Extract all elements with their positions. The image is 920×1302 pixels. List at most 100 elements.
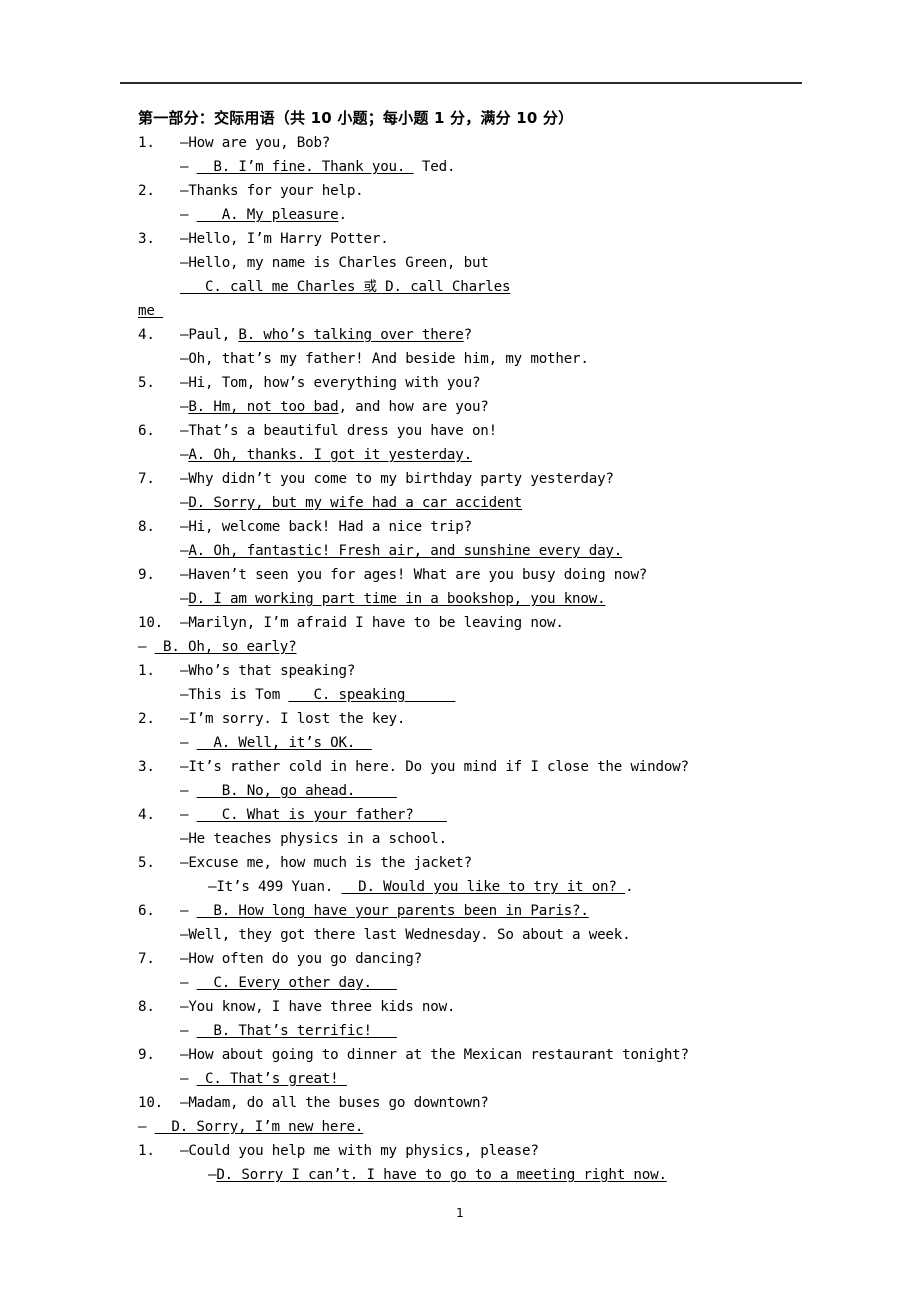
answer-blank: B. No, go ahead.	[196, 783, 397, 799]
question-text: —Who’s that speaking?	[180, 663, 356, 679]
question-number: 10.	[138, 615, 164, 631]
answer-blank: C. call me Charles 或 D. call Charles	[180, 279, 511, 295]
answer-blank: C. That’s great!	[196, 1071, 347, 1087]
answer-row: —It’s 499 Yuan. D. Would you like to try…	[208, 879, 634, 895]
question-row: 6. —That’s a beautiful dress you have on!	[138, 419, 820, 443]
question-text: —Paul, B. who’s talking over there?	[180, 327, 472, 343]
header-divider	[120, 82, 802, 84]
answer-blank: B. Oh, so early?	[154, 639, 297, 655]
question-text: —How are you, Bob?	[180, 135, 331, 151]
answer-blank: D. Sorry I can’t. I have to go to a meet…	[216, 1167, 667, 1183]
answer-row: —Hello, my name is Charles Green, but C.…	[180, 255, 511, 295]
answer-row: —D. I am working part time in a bookshop…	[180, 591, 606, 607]
question-row: 2. —I’m sorry. I lost the key.	[138, 707, 820, 731]
answer-row: — D. Sorry, I’m new here.	[138, 1119, 364, 1135]
answer-row: — C. That’s great!	[180, 1071, 347, 1087]
answer-row: —B. Hm, not too bad, and how are you?	[180, 399, 489, 415]
question-text: —Hi, Tom, how’s everything with you?	[180, 375, 481, 391]
question-text: —Marilyn, I’m afraid I have to be leavin…	[180, 615, 564, 631]
question-text: —Why didn’t you come to my birthday part…	[180, 471, 614, 487]
answer-row: —This is Tom C. speaking	[180, 687, 456, 703]
answer-row-wrapped: me	[138, 299, 820, 323]
answer-row: — B. Oh, so early?	[138, 639, 297, 655]
question-text: —Excuse me, how much is the jacket?	[180, 855, 472, 871]
answer-row: —Oh, that’s my father! And beside him, m…	[180, 351, 589, 367]
question-text: — C. What is your father?	[180, 807, 447, 823]
question-row: 1. —Who’s that speaking?	[138, 659, 820, 683]
question-number: 2.	[138, 183, 155, 199]
answer-blank: B. How long have your parents been in Pa…	[196, 903, 589, 919]
question-text: —You know, I have three kids now.	[180, 999, 456, 1015]
question-number: 6.	[138, 903, 155, 919]
question-number: 4.	[138, 327, 155, 343]
answer-blank: A. Well, it’s OK.	[196, 735, 372, 751]
question-number: 4.	[138, 807, 155, 823]
answer-blank: C. Every other day.	[196, 975, 397, 991]
question-row: 5. —Excuse me, how much is the jacket?	[138, 851, 820, 875]
question-text: —Haven’t seen you for ages! What are you…	[180, 567, 648, 583]
answer-blank: A. Oh, thanks. I got it yesterday.	[188, 447, 472, 463]
question-row: 9. —Haven’t seen you for ages! What are y…	[138, 563, 820, 587]
question-number: 5.	[138, 855, 155, 871]
question-text: —How about going to dinner at the Mexica…	[180, 1047, 689, 1063]
question-row: 4. — C. What is your father?	[138, 803, 820, 827]
question-list: 1. —How are you, Bob? — B. I’m fine. Thank…	[138, 131, 820, 1187]
question-number: 8.	[138, 519, 155, 535]
question-row: 10. —Madam, do all the buses go downtown…	[138, 1091, 820, 1115]
question-text: —Madam, do all the buses go downtown?	[180, 1095, 489, 1111]
question-row: 9. —How about going to dinner at the Mexi…	[138, 1043, 820, 1067]
page-number: 1	[456, 1206, 464, 1220]
answer-row: — B. No, go ahead.	[180, 783, 397, 799]
answer-row: —D. Sorry, but my wife had a car acciden…	[180, 495, 523, 511]
answer-blank: D. Sorry, but my wife had a car accident	[188, 495, 523, 511]
question-row: 3. —Hello, I’m Harry Potter.	[138, 227, 820, 251]
answer-blank: me	[138, 303, 164, 319]
question-row: 4. —Paul, B. who’s talking over there?	[138, 323, 820, 347]
question-number: 9.	[138, 567, 155, 583]
question-row: 8. —Hi, welcome back! Had a nice trip?	[138, 515, 820, 539]
answer-row: —A. Oh, thanks. I got it yesterday.	[180, 447, 472, 463]
question-text: —Thanks for your help.	[180, 183, 364, 199]
question-text: —That’s a beautiful dress you have on!	[180, 423, 497, 439]
answer-row: — A. Well, it’s OK.	[180, 735, 372, 751]
question-text: —I’m sorry. I lost the key.	[180, 711, 406, 727]
question-number: 3.	[138, 231, 155, 247]
cjk-conjunction: 或	[363, 279, 378, 295]
answer-row: —A. Oh, fantastic! Fresh air, and sunshi…	[180, 543, 623, 559]
question-row: 6. — B. How long have your parents been i…	[138, 899, 820, 923]
answer-row: — C. Every other day.	[180, 975, 397, 991]
answer-blank: B. I’m fine. Thank you.	[196, 159, 414, 175]
question-row: 8. —You know, I have three kids now.	[138, 995, 820, 1019]
question-number: 5.	[138, 375, 155, 391]
question-number: 1.	[138, 135, 155, 151]
question-number: 1.	[138, 1143, 155, 1159]
question-number: 2.	[138, 711, 155, 727]
document-page: 第一部分：交际用语（共 10 小题；每小题 1 分，满分 10 分） 1. —Ho…	[0, 0, 920, 1302]
answer-blank: B. That’s terrific!	[196, 1023, 397, 1039]
answer-row: —D. Sorry I can’t. I have to go to a mee…	[208, 1167, 667, 1183]
question-row: 1. —How are you, Bob?	[138, 131, 820, 155]
question-number: 3.	[138, 759, 155, 775]
question-number: 7.	[138, 471, 155, 487]
question-text: —It’s rather cold in here. Do you mind i…	[180, 759, 689, 775]
question-row: 10. —Marilyn, I’m afraid I have to be le…	[138, 611, 820, 635]
section-title: 第一部分：交际用语（共 10 小题；每小题 1 分，满分 10 分）	[138, 109, 574, 127]
answer-blank: D. I am working part time in a bookshop,…	[188, 591, 606, 607]
question-number: 8.	[138, 999, 155, 1015]
answer-row: —Well, they got there last Wednesday. So…	[180, 927, 631, 943]
answer-row: — A. My pleasure.	[180, 207, 347, 223]
answer-blank: A. My pleasure	[196, 207, 339, 223]
question-number: 7.	[138, 951, 155, 967]
answer-blank: A. Oh, fantastic! Fresh air, and sunshin…	[188, 543, 623, 559]
question-number: 1.	[138, 663, 155, 679]
question-text: — B. How long have your parents been in …	[180, 903, 589, 919]
question-row: 7. —How often do you go dancing?	[138, 947, 820, 971]
question-number: 10.	[138, 1095, 164, 1111]
answer-blank: C. speaking	[288, 687, 456, 703]
question-row: 5. —Hi, Tom, how’s everything with you?	[138, 371, 820, 395]
question-text: —Hi, welcome back! Had a nice trip?	[180, 519, 472, 535]
question-text: —How often do you go dancing?	[180, 951, 422, 967]
question-text: —Could you help me with my physics, plea…	[180, 1143, 539, 1159]
question-row: 3. —It’s rather cold in here. Do you mind…	[138, 755, 820, 779]
answer-blank: D. Sorry, I’m new here.	[154, 1119, 364, 1135]
